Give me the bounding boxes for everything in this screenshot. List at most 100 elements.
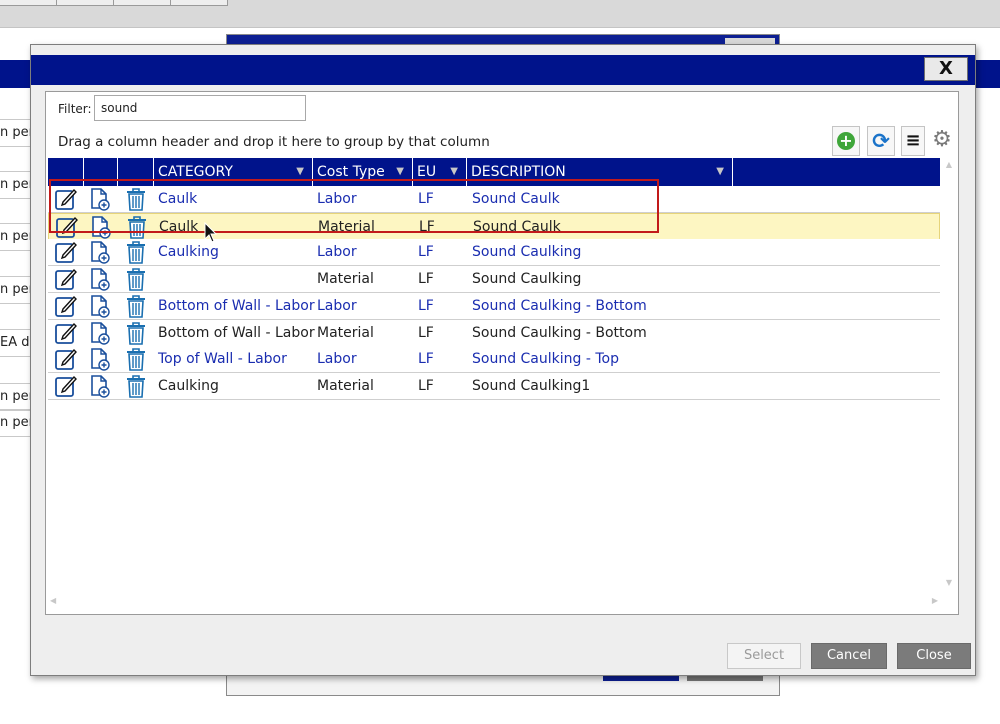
column-header-description[interactable]: DESCRIPTION ▼ <box>467 158 733 186</box>
add-circle-icon: + <box>837 132 855 150</box>
filter-funnel-icon[interactable]: ▼ <box>396 158 404 186</box>
cell-eu: LF <box>418 377 434 394</box>
table-row[interactable]: Caulking Material LF Sound Caulking1 <box>48 372 940 400</box>
cell-cost-type[interactable]: Labor <box>317 186 357 212</box>
add-button[interactable]: + <box>832 126 860 156</box>
table-row[interactable]: Bottom of Wall - Labor Material LF Sound Ca… <box>48 319 940 347</box>
background-cell: n per <box>0 171 30 199</box>
cell-eu[interactable]: LF <box>418 293 434 319</box>
trash-icon[interactable] <box>124 321 148 345</box>
dialog-close-button[interactable]: X <box>924 57 968 81</box>
cell-description: Sound Caulking <box>472 271 582 288</box>
background-cell: EA d <box>0 329 30 357</box>
background-toolbar <box>0 0 1000 28</box>
column-header-label: DESCRIPTION <box>471 164 566 180</box>
cell-cost-type[interactable]: Labor <box>317 346 357 372</box>
cell-cost-type[interactable]: Labor <box>317 293 357 319</box>
cell-category: Caulking <box>158 377 219 394</box>
trash-icon[interactable] <box>124 374 148 398</box>
column-header-eu[interactable]: EU ▼ <box>413 158 467 186</box>
new-document-icon[interactable] <box>89 215 113 239</box>
scroll-left-arrow[interactable]: ◀ <box>50 596 56 605</box>
table-row[interactable]: Caulking Labor LF Sound Caulking <box>48 239 940 267</box>
trash-icon[interactable] <box>124 240 148 265</box>
close-button[interactable]: Close <box>897 643 971 669</box>
refresh-button[interactable]: ⟳ <box>867 126 895 156</box>
new-document-icon[interactable] <box>88 267 112 291</box>
header-edit-column[interactable] <box>48 158 84 186</box>
filter-input[interactable] <box>94 95 306 121</box>
dialog-title-bar: X <box>31 55 975 85</box>
cell-description: Sound Caulking - Bottom <box>472 324 647 341</box>
trash-icon[interactable] <box>124 294 148 318</box>
new-document-icon[interactable] <box>88 347 112 371</box>
scroll-down-arrow[interactable]: ▼ <box>946 578 952 587</box>
menu-button[interactable]: ≡ <box>901 126 925 156</box>
cell-cost-type: Material <box>317 324 374 341</box>
cancel-button[interactable]: Cancel <box>811 643 887 669</box>
table-row[interactable]: Bottom of Wall - Labor Labor LF Sound Caulk… <box>48 292 940 320</box>
background-cell: n per <box>0 119 30 147</box>
scroll-up-arrow[interactable]: ▲ <box>946 160 952 169</box>
cell-eu[interactable]: LF <box>418 239 434 265</box>
table-row[interactable]: Top of Wall - Labor Labor LF Sound Caulking… <box>48 346 940 374</box>
cell-category[interactable]: Bottom of Wall - Labor <box>158 293 315 319</box>
cell-description[interactable]: Sound Caulking - Bottom <box>472 293 647 319</box>
filter-label: Filter: <box>58 102 92 116</box>
dialog-body: Filter: Drag a column header and drop it… <box>45 91 959 615</box>
trash-icon[interactable] <box>124 347 148 371</box>
new-document-icon[interactable] <box>88 321 112 345</box>
trash-icon[interactable] <box>125 215 149 239</box>
menu-icon: ≡ <box>905 130 921 151</box>
new-document-icon[interactable] <box>88 187 112 211</box>
cell-description[interactable]: Sound Caulking <box>472 239 581 265</box>
edit-icon[interactable] <box>54 267 78 291</box>
cell-category[interactable]: Caulk <box>158 186 197 212</box>
background-tabs <box>0 0 228 6</box>
column-header-category[interactable]: CATEGORY ▼ <box>154 158 313 186</box>
filter-funnel-icon[interactable]: ▼ <box>716 158 724 186</box>
background-cell: n per <box>0 223 30 251</box>
group-by-drop-zone[interactable]: Drag a column header and drop it here to… <box>58 134 490 150</box>
cell-description[interactable]: Sound Caulk <box>472 186 560 212</box>
trash-icon[interactable] <box>124 267 148 291</box>
edit-icon[interactable] <box>54 187 78 211</box>
new-document-icon[interactable] <box>88 240 112 265</box>
scroll-right-arrow[interactable]: ▶ <box>932 596 938 605</box>
column-header-cost-type[interactable]: Cost Type ▼ <box>313 158 413 186</box>
grid-header: CATEGORY ▼ Cost Type ▼ EU ▼ DESCRIPTION … <box>48 158 940 186</box>
header-new-column[interactable] <box>84 158 118 186</box>
cell-category[interactable]: Top of Wall - Labor <box>158 346 287 372</box>
cell-eu[interactable]: LF <box>418 186 434 212</box>
background-grid-fragment: n per n per n per n per EA d n per n per <box>0 88 30 468</box>
cell-cost-type: Material <box>318 218 375 235</box>
filter-funnel-icon[interactable]: ▼ <box>450 158 458 186</box>
trash-icon[interactable] <box>124 187 148 211</box>
column-header-label: Cost Type <box>317 164 385 180</box>
cell-eu[interactable]: LF <box>418 346 434 372</box>
table-row[interactable]: Caulk Labor LF Sound Caulk <box>48 186 940 213</box>
edit-icon[interactable] <box>55 215 79 239</box>
background-cell: n per <box>0 276 30 304</box>
cell-description[interactable]: Sound Caulking - Top <box>472 346 619 372</box>
edit-icon[interactable] <box>54 347 78 371</box>
background-cell: n per <box>0 383 30 411</box>
header-delete-column[interactable] <box>118 158 154 186</box>
select-button[interactable]: Select <box>727 643 801 669</box>
edit-icon[interactable] <box>54 374 78 398</box>
gear-icon: ⚙ <box>932 127 952 152</box>
cell-cost-type[interactable]: Labor <box>317 239 357 265</box>
table-row[interactable]: Caulk Material LF Sound Caulk <box>48 212 940 240</box>
new-document-icon[interactable] <box>88 374 112 398</box>
edit-icon[interactable] <box>54 294 78 318</box>
new-document-icon[interactable] <box>88 294 112 318</box>
cell-description: Sound Caulking1 <box>472 377 591 394</box>
cell-category[interactable]: Caulking <box>158 239 219 265</box>
filter-funnel-icon[interactable]: ▼ <box>296 158 304 186</box>
edit-icon[interactable] <box>54 240 78 264</box>
cell-category: Caulk <box>159 218 199 235</box>
edit-icon[interactable] <box>54 321 78 345</box>
table-row[interactable]: Material LF Sound Caulking <box>48 266 940 294</box>
background-cell: n per <box>0 409 30 437</box>
settings-button[interactable]: ⚙ <box>930 126 954 156</box>
